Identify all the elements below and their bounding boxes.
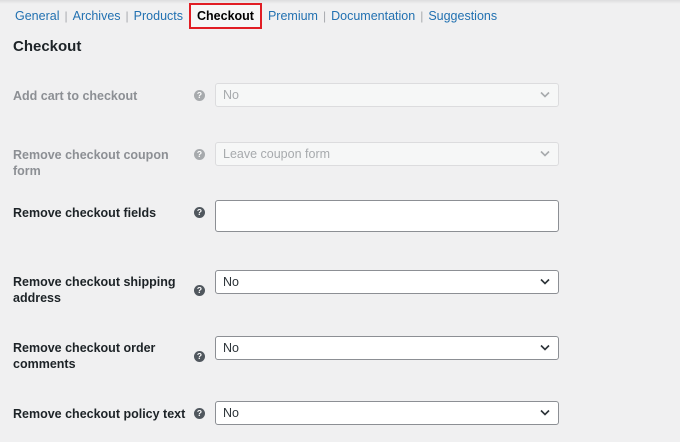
select-value: No: [223, 275, 239, 289]
help-icon[interactable]: ?: [194, 207, 205, 218]
chevron-down-icon: [540, 409, 550, 416]
chevron-down-icon: [540, 278, 550, 285]
help-icon[interactable]: ?: [194, 149, 205, 160]
tab-premium[interactable]: Premium: [263, 7, 323, 25]
remove-coupon-form-select[interactable]: Leave coupon form: [215, 142, 559, 166]
select-value: No: [223, 88, 239, 102]
help-icon[interactable]: ?: [194, 285, 205, 296]
help-icon[interactable]: ?: [194, 351, 205, 362]
setting-label: Remove checkout coupon form: [13, 148, 169, 178]
add-cart-to-checkout-select[interactable]: No: [215, 83, 559, 107]
remove-shipping-address-select[interactable]: No: [215, 270, 559, 294]
chevron-down-icon: [540, 150, 550, 157]
tab-general[interactable]: General: [10, 7, 64, 25]
select-value: Leave coupon form: [223, 147, 331, 161]
select-value: No: [223, 406, 239, 420]
page-title: Checkout: [13, 38, 82, 55]
tab-documentation[interactable]: Documentation: [326, 7, 420, 25]
setting-label: Add cart to checkout: [13, 89, 138, 103]
remove-order-comments-select[interactable]: No: [215, 336, 559, 360]
tab-suggestions[interactable]: Suggestions: [423, 7, 502, 25]
help-icon[interactable]: ?: [194, 408, 205, 419]
remove-policy-text-select[interactable]: No: [215, 401, 559, 425]
help-icon[interactable]: ?: [194, 90, 205, 101]
tab-checkout[interactable]: Checkout: [189, 3, 262, 29]
settings-tabs: General | Archives | Products Checkout P…: [10, 3, 502, 29]
setting-label: Remove checkout fields: [13, 206, 157, 220]
setting-label: Remove checkout shipping address: [13, 275, 176, 305]
tab-archives[interactable]: Archives: [68, 7, 126, 25]
chevron-down-icon: [540, 344, 550, 351]
tab-products[interactable]: Products: [129, 7, 188, 25]
select-value: No: [223, 341, 239, 355]
top-shadow: [0, 0, 680, 4]
chevron-down-icon: [540, 91, 550, 98]
remove-checkout-fields-input[interactable]: [215, 200, 559, 232]
setting-label: Remove checkout order comments: [13, 341, 156, 371]
setting-label: Remove checkout policy text: [13, 407, 186, 421]
